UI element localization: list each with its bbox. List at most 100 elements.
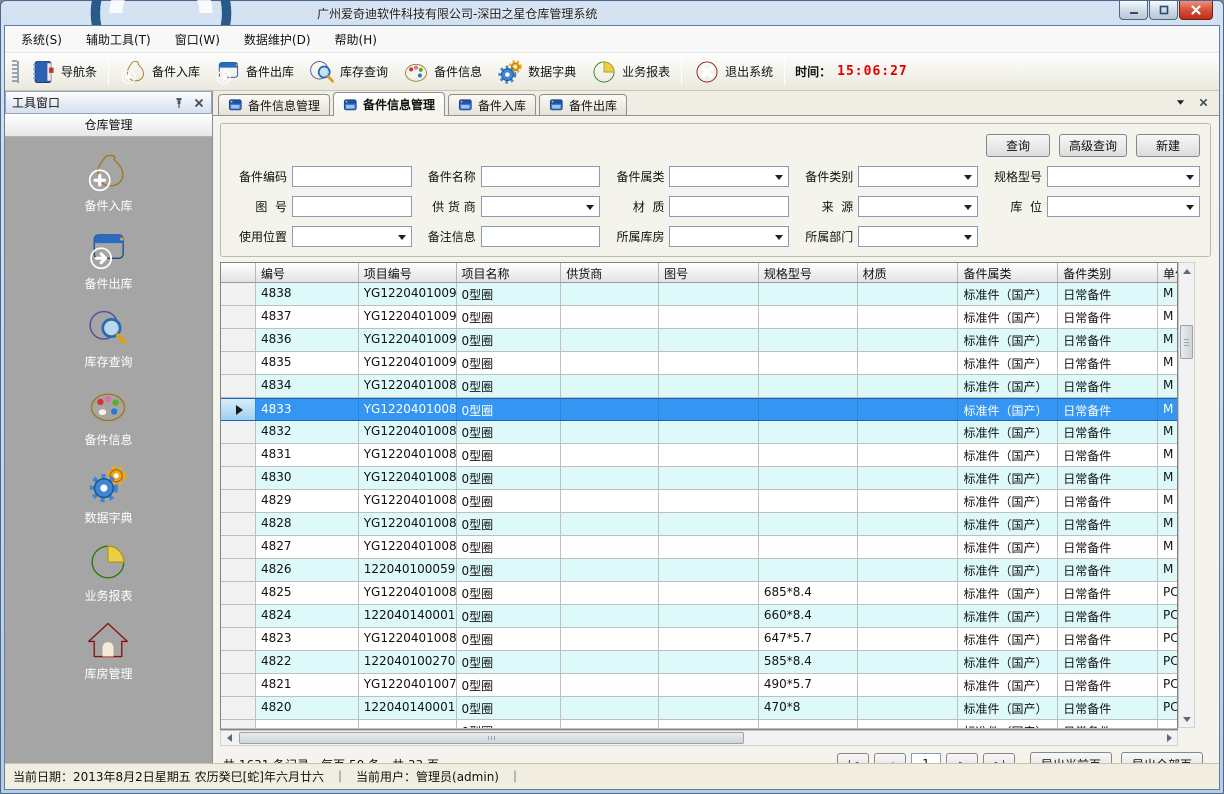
table-row[interactable]: 4836 YG12204010091 0型圈 标准件（国产） 日常备件 [221,329,1177,352]
toolbar-button[interactable] [681,58,682,85]
row-selector-cell[interactable] [221,467,256,489]
search-field-input[interactable] [292,196,412,217]
search-action-button[interactable]: 高级查询 [1059,134,1127,157]
row-selector-cell[interactable] [221,352,256,374]
table-row[interactable]: 4828 YG12204010083 0型圈 标准件（国产） 日常备件 [221,513,1177,536]
search-field-input[interactable] [858,166,978,187]
minimize-button[interactable] [1119,1,1148,20]
table-row[interactable]: 4820 1220401400013 0型圈 470*8 标准件（国产） [221,697,1177,720]
table-row[interactable]: 4823 YG12204010080 0型圈 647*5.7 标准件（国产） [221,628,1177,651]
toolbar-button[interactable]: 业务报表 [583,56,677,88]
search-field-input[interactable] [1047,166,1200,187]
scroll-right-icon[interactable] [1161,730,1177,746]
row-selector-cell[interactable] [221,674,256,696]
search-field-input[interactable] [669,166,789,187]
table-row[interactable]: 4822 1220401002700 0型圈 585*8.4 标准件（国产） [221,651,1177,674]
row-selector-cell[interactable] [221,628,256,650]
table-row[interactable]: 4826 1220401000599 0型圈 标准件（国产） 日常备件 [221,559,1177,582]
table-row[interactable]: 4825 YG12204010081 0型圈 685*8.4 标准件（国产） [221,582,1177,605]
row-selector-cell[interactable] [221,421,256,443]
toolbar-button[interactable]: 库存查询 [301,56,395,88]
row-selector-cell[interactable] [221,490,256,512]
sidebar-close-icon[interactable] [193,97,205,109]
menu-item[interactable]: 帮助(H) [335,31,377,48]
close-button[interactable] [1179,1,1213,20]
search-field-input[interactable] [481,166,601,187]
menu-item[interactable]: 数据维护(D) [244,31,311,48]
scroll-left-icon[interactable] [221,730,237,746]
row-selector-cell[interactable] [221,399,256,420]
sidebar-item[interactable]: 备件信息 [84,384,132,448]
sidebar-item[interactable]: 业务报表 [84,540,132,604]
menu-item[interactable]: 窗口(W) [175,31,220,48]
table-row[interactable]: 4835 YG12204010090 0型圈 标准件（国产） 日常备件 [221,352,1177,375]
document-tab[interactable]: 备件入库 [448,94,536,115]
table-row[interactable]: 4831 YG12204010086 0型圈 标准件（国产） 日常备件 [221,444,1177,467]
export-all-pages-button[interactable]: 导出全部页 [1121,752,1203,763]
row-selector-cell[interactable] [221,283,256,305]
toolbar-grip-handle[interactable] [12,60,17,84]
toolbar-button[interactable]: 备件出库 [207,56,301,88]
toolbar-button[interactable]: 退出系统 [686,56,780,88]
menu-item[interactable]: 辅助工具(T) [86,31,151,48]
horizontal-scrollbar-thumb[interactable] [239,732,744,744]
row-selector-cell[interactable] [221,513,256,535]
horizontal-scrollbar[interactable] [220,730,1178,746]
grid-header-cell[interactable]: 项目编号 [359,263,457,282]
sidebar-item[interactable]: 库存查询 [84,306,132,370]
last-page-button[interactable]: >| [983,753,1015,763]
row-selector-cell[interactable] [221,306,256,328]
table-row[interactable]: 4821 YG12204010079 0型圈 490*5.7 标准件（国产） [221,674,1177,697]
grid-header-cell[interactable]: 材质 [858,263,959,282]
tab-list-dropdown-icon[interactable] [1175,97,1186,108]
document-tab[interactable]: 备件信息管理 [218,94,330,115]
search-field-input[interactable] [292,226,412,247]
toolbar-button[interactable]: 备件入库 [113,56,207,88]
table-row[interactable]: 4832 YG12204010087 0型圈 标准件（国产） 日常备件 [221,421,1177,444]
table-row[interactable]: 4833 YG12204010088 0型圈 标准件（国产） 日常备件 [221,398,1177,421]
row-selector-cell[interactable] [221,329,256,351]
row-selector-cell[interactable] [221,444,256,466]
toolbar-button[interactable]: 数据字典 [489,56,583,88]
grid-header-cell[interactable]: 供货商 [561,263,659,282]
table-row[interactable]: 4838 YG12204010093 0型圈 标准件（国产） 日常备件 [221,283,1177,306]
document-tab[interactable]: 备件出库 [539,94,627,115]
toolbar-button[interactable] [108,58,109,85]
search-action-button[interactable]: 查询 [986,134,1050,157]
row-selector-cell[interactable] [221,651,256,673]
scroll-down-icon[interactable] [1179,711,1194,727]
sidebar-group-header[interactable]: 仓库管理 [5,114,212,137]
grid-header-cell[interactable]: 项目名称 [457,263,562,282]
table-row[interactable]: 4830 YG12204010085 0型圈 标准件（国产） 日常备件 [221,467,1177,490]
row-selector-cell[interactable] [221,559,256,581]
search-field-input[interactable] [858,196,978,217]
search-field-input[interactable] [481,226,601,247]
row-selector-cell[interactable] [221,582,256,604]
table-row[interactable]: 4837 YG12204010092 0型圈 标准件（国产） 日常备件 [221,306,1177,329]
pin-icon[interactable] [173,97,185,109]
toolbar-button[interactable] [784,58,785,85]
current-page-input[interactable]: 1 [911,753,941,763]
table-row[interactable]: 4824 1220401400012 0型圈 660*8.4 标准件（国产） [221,605,1177,628]
row-selector-cell[interactable] [221,605,256,627]
document-tab[interactable]: 备件信息管理 [333,92,445,116]
scroll-up-icon[interactable] [1179,263,1194,279]
search-field-input[interactable] [858,226,978,247]
grid-header-cell[interactable]: 单位 [1158,263,1177,282]
sidebar-item[interactable]: 数据字典 [84,462,132,526]
toolbar-button[interactable]: 导航条 [22,56,104,88]
grid-header-cell[interactable]: 备件类别 [1058,263,1158,282]
grid-header-cell[interactable]: 规格型号 [759,263,858,282]
table-row[interactable]: 4834 YG12204010089 0型圈 标准件（国产） 日常备件 [221,375,1177,398]
titlebar[interactable]: 广州爱奇迪软件科技有限公司-深田之星仓库管理系统 [4,1,1220,25]
grid-header-cell[interactable]: 备件属类 [958,263,1058,282]
vertical-scrollbar-thumb[interactable] [1180,325,1193,359]
sidebar-item[interactable]: 备件出库 [84,228,132,292]
menu-item[interactable]: 系统(S) [21,31,62,48]
search-field-input[interactable] [292,166,412,187]
row-selector-cell[interactable] [221,720,256,728]
row-selector-cell[interactable] [221,536,256,558]
grid-header-cell[interactable]: 编号 [256,263,359,282]
table-row[interactable]: 4827 YG12204010082 0型圈 标准件（国产） 日常备件 [221,536,1177,559]
search-field-input[interactable] [481,196,601,217]
